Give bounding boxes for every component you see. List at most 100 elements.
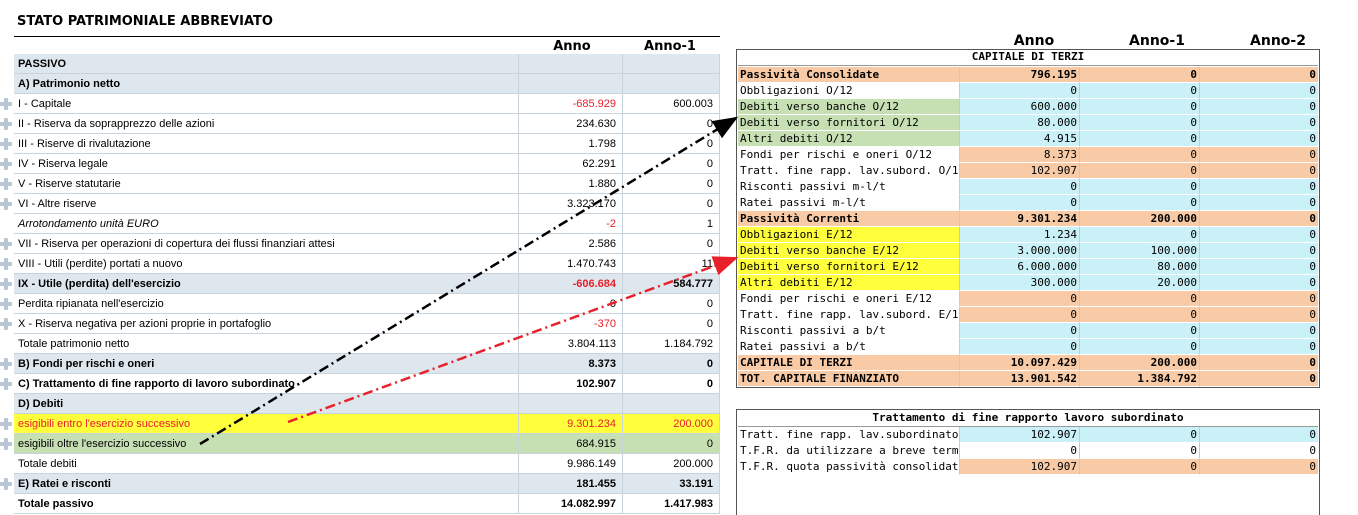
- cell-anno[interactable]: [518, 54, 622, 74]
- cell-anno[interactable]: 0: [959, 83, 1079, 99]
- cell-anno[interactable]: [518, 394, 622, 414]
- cell-anno-1[interactable]: 0: [622, 194, 720, 214]
- cell-anno[interactable]: [518, 74, 622, 94]
- cell-anno-1[interactable]: [622, 54, 720, 74]
- cell-anno-2[interactable]: 0: [1199, 83, 1318, 99]
- expand-plus-icon[interactable]: [0, 98, 12, 110]
- cell-anno[interactable]: 684.915: [518, 434, 622, 454]
- expand-plus-icon[interactable]: [0, 178, 12, 190]
- cell-anno[interactable]: 102.907: [518, 374, 622, 394]
- cell-anno-1[interactable]: 0: [1079, 427, 1199, 443]
- cell-anno[interactable]: 0: [959, 339, 1079, 355]
- cell-anno-1[interactable]: 100.000: [1079, 243, 1199, 259]
- expand-plus-icon[interactable]: [0, 278, 12, 290]
- cell-anno-1[interactable]: 1.417.983: [622, 494, 720, 514]
- cell-anno-2[interactable]: 0: [1199, 131, 1318, 147]
- cell-anno[interactable]: 0: [959, 179, 1079, 195]
- cell-anno[interactable]: 300.000: [959, 275, 1079, 291]
- cell-anno[interactable]: 102.907: [959, 163, 1079, 179]
- cell-anno-1[interactable]: 0: [1079, 339, 1199, 355]
- cell-anno[interactable]: 62.291: [518, 154, 622, 174]
- cell-anno-2[interactable]: 0: [1199, 307, 1318, 323]
- cell-anno[interactable]: -606.684: [518, 274, 622, 294]
- cell-anno-1[interactable]: 1.184.792: [622, 334, 720, 354]
- cell-anno-2[interactable]: 0: [1199, 99, 1318, 115]
- cell-anno[interactable]: 3.323.170: [518, 194, 622, 214]
- cell-anno-1[interactable]: 1.384.792: [1079, 371, 1199, 387]
- cell-anno-2[interactable]: 0: [1199, 147, 1318, 163]
- cell-anno-2[interactable]: 0: [1199, 339, 1318, 355]
- cell-anno[interactable]: 796.195: [959, 67, 1079, 83]
- cell-anno-2[interactable]: 0: [1199, 323, 1318, 339]
- cell-anno-2[interactable]: 0: [1199, 211, 1318, 227]
- cell-anno-2[interactable]: 0: [1199, 227, 1318, 243]
- cell-anno-1[interactable]: 0: [1079, 307, 1199, 323]
- cell-anno-1[interactable]: 0: [622, 294, 720, 314]
- cell-anno[interactable]: 1.798: [518, 134, 622, 154]
- cell-anno[interactable]: 1.234: [959, 227, 1079, 243]
- cell-anno-2[interactable]: 0: [1199, 195, 1318, 211]
- cell-anno[interactable]: 10.097.429: [959, 355, 1079, 371]
- cell-anno[interactable]: 600.000: [959, 99, 1079, 115]
- cell-anno-1[interactable]: 0: [1079, 67, 1199, 83]
- cell-anno-1[interactable]: 0: [1079, 227, 1199, 243]
- cell-anno[interactable]: 0: [518, 294, 622, 314]
- cell-anno-1[interactable]: 33.191: [622, 474, 720, 494]
- cell-anno-1[interactable]: 584.777: [622, 274, 720, 294]
- cell-anno[interactable]: 8.373: [518, 354, 622, 374]
- cell-anno-2[interactable]: 0: [1199, 355, 1318, 371]
- expand-plus-icon[interactable]: [0, 238, 12, 250]
- expand-plus-icon[interactable]: [0, 198, 12, 210]
- expand-plus-icon[interactable]: [0, 418, 12, 430]
- cell-anno-1[interactable]: [622, 74, 720, 94]
- cell-anno[interactable]: 0: [959, 195, 1079, 211]
- cell-anno-2[interactable]: 0: [1199, 459, 1318, 475]
- cell-anno-1[interactable]: 20.000: [1079, 275, 1199, 291]
- cell-anno-1[interactable]: 0: [1079, 131, 1199, 147]
- cell-anno[interactable]: 2.586: [518, 234, 622, 254]
- cell-anno-1[interactable]: 600.003: [622, 94, 720, 114]
- cell-anno-1[interactable]: 200.000: [1079, 211, 1199, 227]
- cell-anno[interactable]: 3.804.113: [518, 334, 622, 354]
- cell-anno-2[interactable]: 0: [1199, 243, 1318, 259]
- expand-plus-icon[interactable]: [0, 258, 12, 270]
- cell-anno[interactable]: 9.301.234: [959, 211, 1079, 227]
- cell-anno-1[interactable]: 80.000: [1079, 259, 1199, 275]
- cell-anno[interactable]: -685.929: [518, 94, 622, 114]
- cell-anno-2[interactable]: 0: [1199, 179, 1318, 195]
- cell-anno-1[interactable]: 0: [622, 134, 720, 154]
- cell-anno-2[interactable]: 0: [1199, 67, 1318, 83]
- cell-anno-1[interactable]: 0: [1079, 115, 1199, 131]
- cell-anno[interactable]: 0: [959, 443, 1079, 459]
- cell-anno-2[interactable]: 0: [1199, 275, 1318, 291]
- cell-anno-1[interactable]: 0: [1079, 459, 1199, 475]
- cell-anno[interactable]: 80.000: [959, 115, 1079, 131]
- cell-anno-1[interactable]: 0: [1079, 323, 1199, 339]
- cell-anno[interactable]: 0: [959, 323, 1079, 339]
- cell-anno[interactable]: 0: [959, 291, 1079, 307]
- cell-anno-1[interactable]: 0: [622, 434, 720, 454]
- cell-anno-2[interactable]: 0: [1199, 163, 1318, 179]
- cell-anno[interactable]: -370: [518, 314, 622, 334]
- cell-anno-1[interactable]: 200.000: [1079, 355, 1199, 371]
- cell-anno-1[interactable]: 0: [1079, 99, 1199, 115]
- cell-anno-1[interactable]: 0: [1079, 291, 1199, 307]
- cell-anno-1[interactable]: 0: [622, 354, 720, 374]
- cell-anno-2[interactable]: 0: [1199, 115, 1318, 131]
- cell-anno[interactable]: 14.082.997: [518, 494, 622, 514]
- cell-anno[interactable]: 0: [959, 307, 1079, 323]
- cell-anno[interactable]: 9.301.234: [518, 414, 622, 434]
- cell-anno-2[interactable]: 0: [1199, 443, 1318, 459]
- expand-plus-icon[interactable]: [0, 158, 12, 170]
- expand-plus-icon[interactable]: [0, 438, 12, 450]
- cell-anno[interactable]: 102.907: [959, 427, 1079, 443]
- cell-anno-2[interactable]: 0: [1199, 427, 1318, 443]
- cell-anno[interactable]: 1.880: [518, 174, 622, 194]
- cell-anno-1[interactable]: [622, 394, 720, 414]
- cell-anno[interactable]: 6.000.000: [959, 259, 1079, 275]
- cell-anno-1[interactable]: 0: [622, 234, 720, 254]
- cell-anno-1[interactable]: 0: [622, 154, 720, 174]
- cell-anno-2[interactable]: 0: [1199, 259, 1318, 275]
- cell-anno-1[interactable]: 11: [622, 254, 720, 274]
- expand-plus-icon[interactable]: [0, 318, 12, 330]
